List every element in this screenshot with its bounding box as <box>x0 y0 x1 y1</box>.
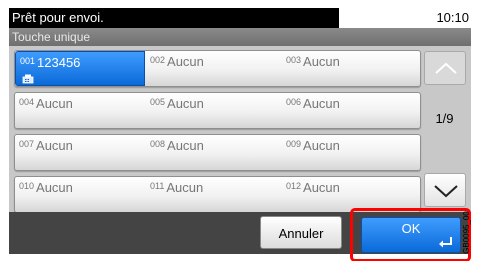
key-number: 011 <box>150 181 165 191</box>
status-message: Prêt pour envoi. <box>9 8 339 28</box>
key-name: Aucun <box>303 96 340 111</box>
status-time: 10:10 <box>436 10 469 25</box>
screen-title: Touche unique <box>9 28 471 46</box>
one-touch-panel: 001123456 002Aucun 003Aucun 004Aucun <box>9 46 471 213</box>
key-name: Aucun <box>166 180 204 195</box>
key-name: Aucun <box>303 180 340 195</box>
ok-button-highlight: OK <box>350 208 471 261</box>
one-touch-key-012[interactable]: 012 Aucun <box>282 177 420 212</box>
key-name: Aucun <box>167 138 204 153</box>
one-touch-key-002[interactable]: 002 Aucun <box>146 51 281 86</box>
scroll-column: 1/9 <box>422 51 467 207</box>
key-row: 004 Aucun 005 Aucun 006 Aucun <box>14 92 421 129</box>
key-name: Aucun <box>167 96 204 111</box>
key-name: Aucun <box>167 54 204 69</box>
key-number: 007 <box>19 139 35 149</box>
key-number: 008 <box>150 139 166 149</box>
scroll-up-button[interactable] <box>424 51 466 85</box>
ok-button[interactable]: OK <box>361 217 461 253</box>
ok-button-label: OK <box>401 221 421 236</box>
footer-bar: Annuler OK <box>9 208 471 261</box>
key-number: 009 <box>286 139 302 149</box>
one-touch-key-011[interactable]: 011 Aucun <box>146 177 281 212</box>
key-name: 123456 <box>37 55 81 70</box>
key-number: 006 <box>286 97 302 107</box>
key-number: 001 <box>20 56 36 66</box>
one-touch-key-010[interactable]: 010 Aucun <box>15 177 145 212</box>
one-touch-key-006[interactable]: 006 Aucun <box>282 93 420 128</box>
figure-code-text: GB0095_00 <box>461 211 471 254</box>
key-number: 003 <box>286 55 302 65</box>
chevron-down-icon <box>434 185 458 198</box>
fax-icon <box>22 74 34 84</box>
one-touch-key-003[interactable]: 003 Aucun <box>282 51 420 86</box>
status-bar: Prêt pour envoi. 10:10 <box>9 8 471 28</box>
chevron-up-icon <box>435 62 457 74</box>
cancel-button[interactable]: Annuler <box>260 216 342 249</box>
key-number: 005 <box>150 97 166 107</box>
figure-code: GB0095_00 <box>461 210 477 260</box>
one-touch-key-009[interactable]: 009 Aucun <box>282 135 420 170</box>
one-touch-key-007[interactable]: 007 Aucun <box>15 135 145 170</box>
one-touch-key-001[interactable]: 001 123456 <box>15 51 145 86</box>
one-touch-key-008[interactable]: 008 Aucun <box>146 135 281 170</box>
key-row: 007 Aucun 008 Aucun 009 Aucun <box>14 134 421 171</box>
key-number: 002 <box>150 55 166 65</box>
key-name: Aucun <box>303 54 340 69</box>
key-number: 012 <box>286 181 302 191</box>
key-number: 010 <box>19 181 35 191</box>
one-touch-key-005[interactable]: 005 Aucun <box>146 93 281 128</box>
key-row: 001 123456 002 Aucun 003 Aucun <box>14 50 421 87</box>
key-name: Aucun <box>36 180 73 195</box>
one-touch-key-004[interactable]: 004 Aucun <box>15 93 145 128</box>
scroll-down-button[interactable] <box>424 173 466 207</box>
key-number: 004 <box>19 97 35 107</box>
page-indicator: 1/9 <box>435 111 454 126</box>
key-name: Aucun <box>36 138 73 153</box>
key-name: Aucun <box>303 138 340 153</box>
fax-one-touch-screen: Prêt pour envoi. 10:10 Touche unique 001… <box>0 0 478 261</box>
key-name: Aucun <box>36 96 73 111</box>
enter-icon <box>439 237 452 248</box>
